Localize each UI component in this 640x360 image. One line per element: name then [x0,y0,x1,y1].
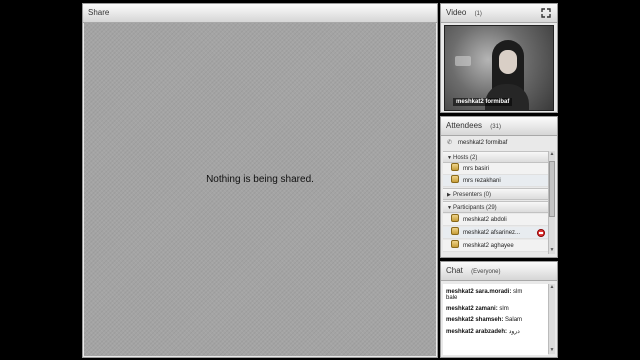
chat-message: meshkat2 arabzadeh: درود [443,328,548,335]
attendees-pod-header: Attendees (31) [441,117,557,136]
attendee-name: meshkat2 afsarinez... [463,230,521,236]
self-attendee-name: meshkat2 formibaf [458,140,508,146]
chat-message-list[interactable]: meshkat2 sara.moradi: slm bale meshkat2 … [443,284,548,355]
group-participants-label: Participants (29) [453,205,497,211]
chat-pod-title: Chat [446,266,463,275]
chat-sender: meshkat2 shamseh: [446,317,504,323]
group-hosts-label: Hosts (2) [453,155,478,161]
video-pod-header: Video (1) [441,4,557,23]
group-participants[interactable]: ▼Participants (29) [443,201,548,213]
chat-sender: meshkat2 zamani: [446,306,498,312]
chat-text: slm [513,289,523,295]
self-attendee[interactable]: ✆ meshkat2 formibaf [443,137,555,149]
share-empty-message: Nothing is being shared. [206,174,314,185]
chat-pod: Chat (Everyone) meshkat2 sara.moradi: sl… [440,261,558,358]
attendees-pod-title: Attendees [446,121,483,130]
no-entry-icon [537,229,545,237]
attendee-item[interactable]: mrs basiri [443,163,548,175]
host-icon [451,163,459,172]
attendee-item[interactable]: meshkat2 afsarinez... [443,227,548,239]
attendee-item[interactable]: meshkat2 abdoli [443,214,548,226]
chat-scope[interactable]: (Everyone) [471,269,500,275]
participant-icon [451,240,459,249]
attendee-name: meshkat2 abdoli [463,217,507,223]
phone-icon: ✆ [447,140,453,146]
attendees-pod: Attendees (31) ✆ meshkat2 formibaf ▼Hosts… [440,116,558,258]
group-presenters-label: Presenters (0) [453,192,492,198]
host-icon [451,175,459,184]
background-lamp [455,56,471,66]
chat-text: Salam [505,317,523,323]
fullscreen-icon[interactable] [541,8,551,18]
share-pod-title: Share [88,8,110,17]
attendees-count: (31) [490,124,501,130]
attendee-name: mrs basiri [463,166,490,172]
scroll-up-icon[interactable]: ▲ [549,284,555,291]
chat-text: slm [499,306,509,312]
share-area: Nothing is being shared. [84,23,436,356]
attendee-item[interactable]: mrs rezakhani [443,175,548,187]
share-pod: Share Nothing is being shared. [82,3,438,358]
chat-text: bale [446,295,458,301]
group-hosts[interactable]: ▼Hosts (2) [443,151,548,163]
video-pod-title: Video [446,8,467,17]
chat-text: درود [508,329,520,335]
scroll-down-icon[interactable]: ▼ [549,347,555,354]
scroll-thumb[interactable] [549,161,555,217]
chat-scrollbar[interactable]: ▲ ▼ [548,284,555,354]
video-participant-name: meshkat2 formibaf [453,98,513,106]
group-presenters[interactable]: ▶ Presenters (0) [443,188,548,200]
video-feed[interactable]: meshkat2 formibaf [444,25,554,111]
attendee-name: mrs rezakhani [463,178,501,184]
chat-message: meshkat2 sara.moradi: slm bale [443,289,548,301]
scroll-down-icon[interactable]: ▼ [549,247,555,254]
share-pod-header: Share [83,4,437,23]
video-count: (1) [474,11,482,17]
scroll-up-icon[interactable]: ▲ [549,151,555,158]
attendee-item[interactable]: meshkat2 aghayee [443,240,548,252]
participant-icon [451,214,459,223]
participant-icon [451,227,459,236]
attendee-name: meshkat2 aghayee [463,243,514,249]
attendees-scrollbar[interactable]: ▲ ▼ [548,151,555,254]
chat-message: meshkat2 zamani: slm [443,306,548,312]
chat-pod-header: Chat (Everyone) [441,262,557,281]
chat-sender: meshkat2 arabzadeh: [446,329,508,335]
chat-message: meshkat2 shamseh: Salam [443,317,548,323]
video-pod: Video (1) meshkat2 formibaf [440,3,558,113]
